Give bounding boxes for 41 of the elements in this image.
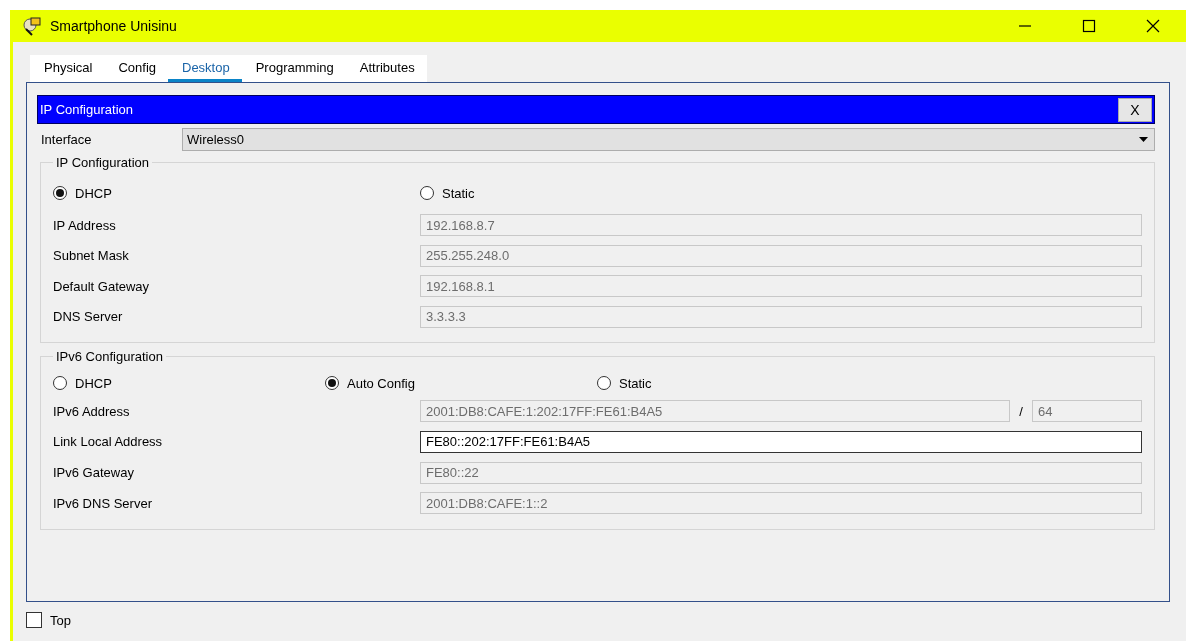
field-label: IP Address — [53, 217, 117, 233]
radio-button[interactable] — [420, 186, 434, 200]
input-field[interactable]: FE80::202:17FF:FE61:B4A5 — [420, 430, 1142, 453]
field-label: IPv6 Gateway — [53, 465, 135, 481]
prefix-separator: / — [1018, 403, 1024, 419]
field-label: Default Gateway — [53, 278, 151, 294]
prefix-field[interactable]: 64 — [1032, 400, 1142, 423]
checkbox[interactable] — [26, 612, 42, 628]
radio-button[interactable] — [53, 186, 67, 200]
field-label: IPv6 Address — [53, 403, 131, 419]
input-field[interactable]: 2001:DB8:CAFE:1::2 — [420, 492, 1142, 515]
radio-button[interactable] — [325, 376, 339, 391]
app-title: IP Configuration — [39, 102, 133, 117]
input-field[interactable]: 2001:DB8:CAFE:1:202:17FF:FE61:B4A5 — [420, 400, 1010, 423]
interface-dropdown[interactable]: Wireless0 — [182, 128, 1155, 151]
radio-button[interactable] — [597, 376, 611, 391]
top-option[interactable]: Top — [26, 612, 1170, 628]
field-label: Subnet Mask — [53, 248, 130, 264]
close-icon[interactable] — [1146, 19, 1160, 33]
radio-option[interactable]: Auto Config — [325, 375, 597, 391]
group-title: IPv6 Configuration — [55, 349, 164, 365]
close-button[interactable]: X — [1118, 97, 1152, 122]
window-title: Smartphone Unisinu — [50, 18, 177, 34]
field-label: DNS Server — [53, 309, 124, 325]
field-label: Link Local Address — [53, 434, 164, 450]
group-title: IP Configuration — [55, 155, 150, 170]
radio-option[interactable]: Static — [420, 185, 787, 201]
field-label: IPv6 DNS Server — [53, 495, 153, 511]
radio-option[interactable]: DHCP — [53, 185, 420, 201]
input-field[interactable]: FE80::22 — [420, 461, 1142, 484]
input-field[interactable]: 192.168.8.7 — [420, 214, 1142, 236]
field-label: Interface — [40, 132, 93, 147]
device-icon — [22, 16, 44, 36]
radio-option[interactable]: Static — [597, 375, 869, 391]
maximize-icon[interactable] — [1082, 19, 1096, 33]
dropdown-caret-icon — [1139, 137, 1148, 142]
input-field[interactable]: 255.255.248.0 — [420, 244, 1142, 267]
radio-option[interactable]: DHCP — [53, 375, 325, 391]
radio-button[interactable] — [53, 376, 67, 391]
input-field[interactable]: 3.3.3.3 — [420, 305, 1142, 328]
input-field[interactable]: 192.168.8.1 — [420, 275, 1142, 298]
